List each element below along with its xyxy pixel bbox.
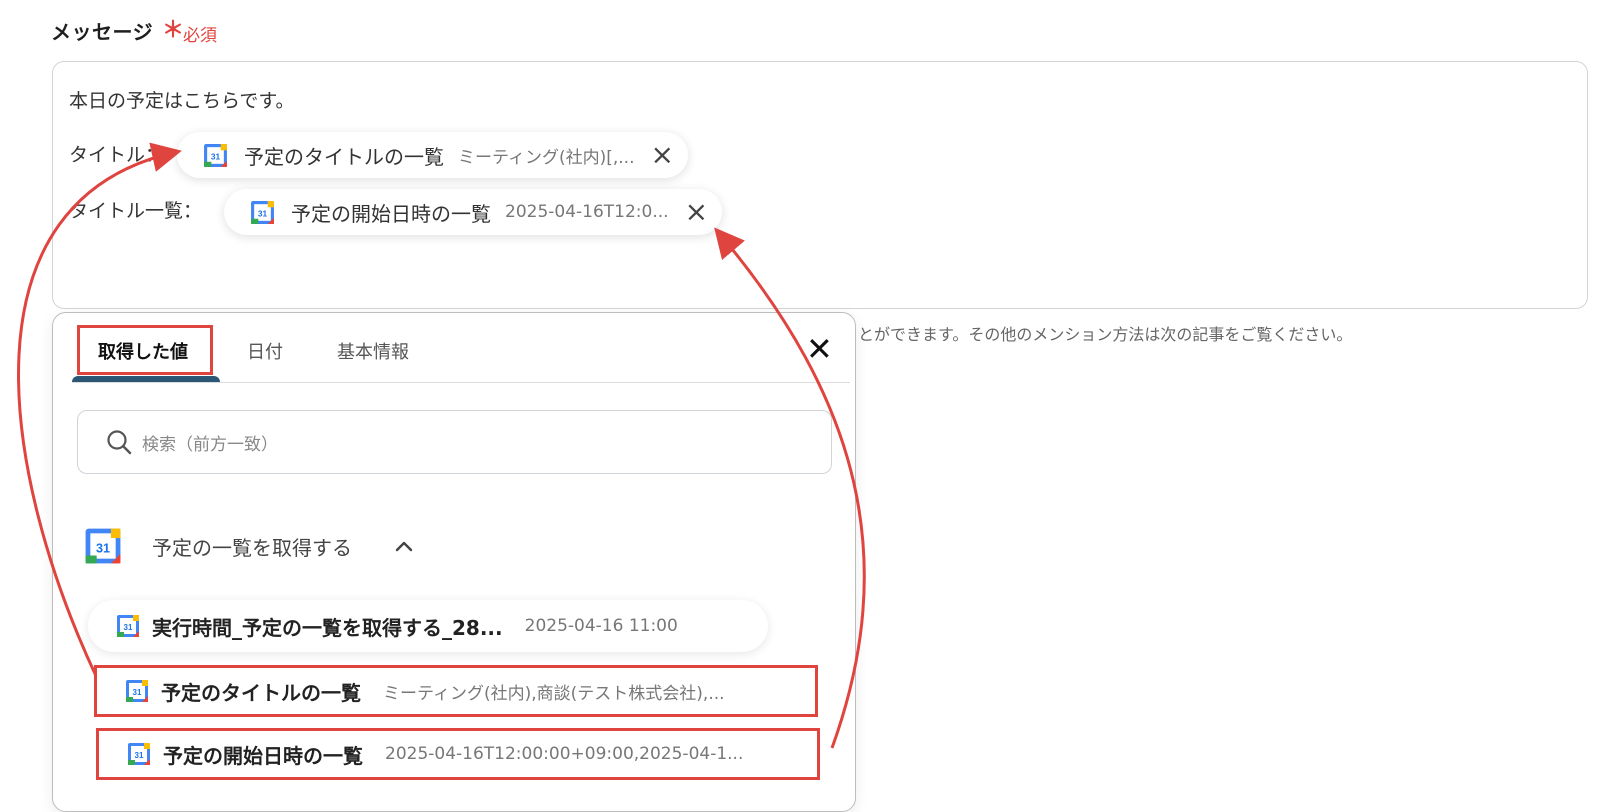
tab-basic-info[interactable]: 基本情報 <box>337 338 409 364</box>
title-row-label: タイトル： <box>69 144 165 166</box>
chip-value: 2025-04-16T12:0... <box>505 202 669 222</box>
chip-value: ミーティング(社内)[,... <box>458 147 635 168</box>
search-input[interactable]: 検索（前方一致） <box>77 410 832 474</box>
google-calendar-icon: 31 <box>117 615 139 637</box>
close-icon[interactable]: ✕ <box>806 333 833 365</box>
close-icon[interactable]: × <box>685 198 708 226</box>
section-title[interactable]: 予定の一覧を取得する <box>152 532 352 561</box>
tabs-divider <box>72 382 850 383</box>
item-name: 予定のタイトルの一覧 <box>161 680 361 705</box>
svg-text:31: 31 <box>124 623 133 632</box>
close-icon[interactable]: × <box>651 141 674 169</box>
svg-text:31: 31 <box>96 541 110 555</box>
message-line-text: 本日の予定はこちらです。 <box>69 90 295 112</box>
chevron-up-icon[interactable] <box>395 540 413 552</box>
item-value: 2025-04-16 11:00 <box>524 616 678 636</box>
required-star-icon: ＊ <box>162 18 185 43</box>
google-calendar-icon: 31 <box>204 143 227 167</box>
mention-chip-title-list[interactable]: 31 予定のタイトルの一覧 ミーティング(社内)[,... × <box>177 132 688 178</box>
google-calendar-icon: 31 <box>85 528 121 564</box>
chip-name: 予定の開始日時の一覧 <box>291 201 491 226</box>
search-placeholder: 検索（前方一致） <box>142 434 278 455</box>
tab-date[interactable]: 日付 <box>247 338 283 364</box>
tab-acquired-values[interactable]: 取得した値 <box>98 338 188 364</box>
svg-text:31: 31 <box>258 208 268 218</box>
item-value: 2025-04-16T12:00:00+09:00,2025-04-1... <box>385 744 744 764</box>
field-label: メッセージ <box>51 20 154 44</box>
svg-text:31: 31 <box>133 688 142 697</box>
list-item-title-list[interactable]: 31 予定のタイトルの一覧 ミーティング(社内),商談(テスト株式会社),... <box>94 665 818 717</box>
search-icon <box>107 430 132 455</box>
title-list-row-label: タイトル一覧： <box>69 200 203 222</box>
svg-text:31: 31 <box>135 751 144 760</box>
item-name: 予定の開始日時の一覧 <box>163 743 363 768</box>
list-item-start-datetime-list[interactable]: 31 予定の開始日時の一覧 2025-04-16T12:00:00+09:00,… <box>96 728 820 780</box>
svg-text:31: 31 <box>211 151 221 161</box>
google-calendar-icon: 31 <box>251 200 274 224</box>
google-calendar-icon: 31 <box>128 743 150 765</box>
list-item-execution-time[interactable]: 31 実行時間_予定の一覧を取得する_28... 2025-04-16 11:0… <box>88 600 768 652</box>
item-value: ミーティング(社内),商談(テスト株式会社),... <box>383 683 725 704</box>
mention-chip-start-datetime-list[interactable]: 31 予定の開始日時の一覧 2025-04-16T12:0... × <box>224 189 723 235</box>
helper-text: とができます。その他のメンション方法は次の記事をご覧ください。 <box>858 325 1353 344</box>
required-badge: 必須 <box>183 26 217 46</box>
chip-name: 予定のタイトルの一覧 <box>244 144 444 169</box>
item-name: 実行時間_予定の一覧を取得する_28... <box>152 615 503 640</box>
google-calendar-icon: 31 <box>126 680 148 702</box>
